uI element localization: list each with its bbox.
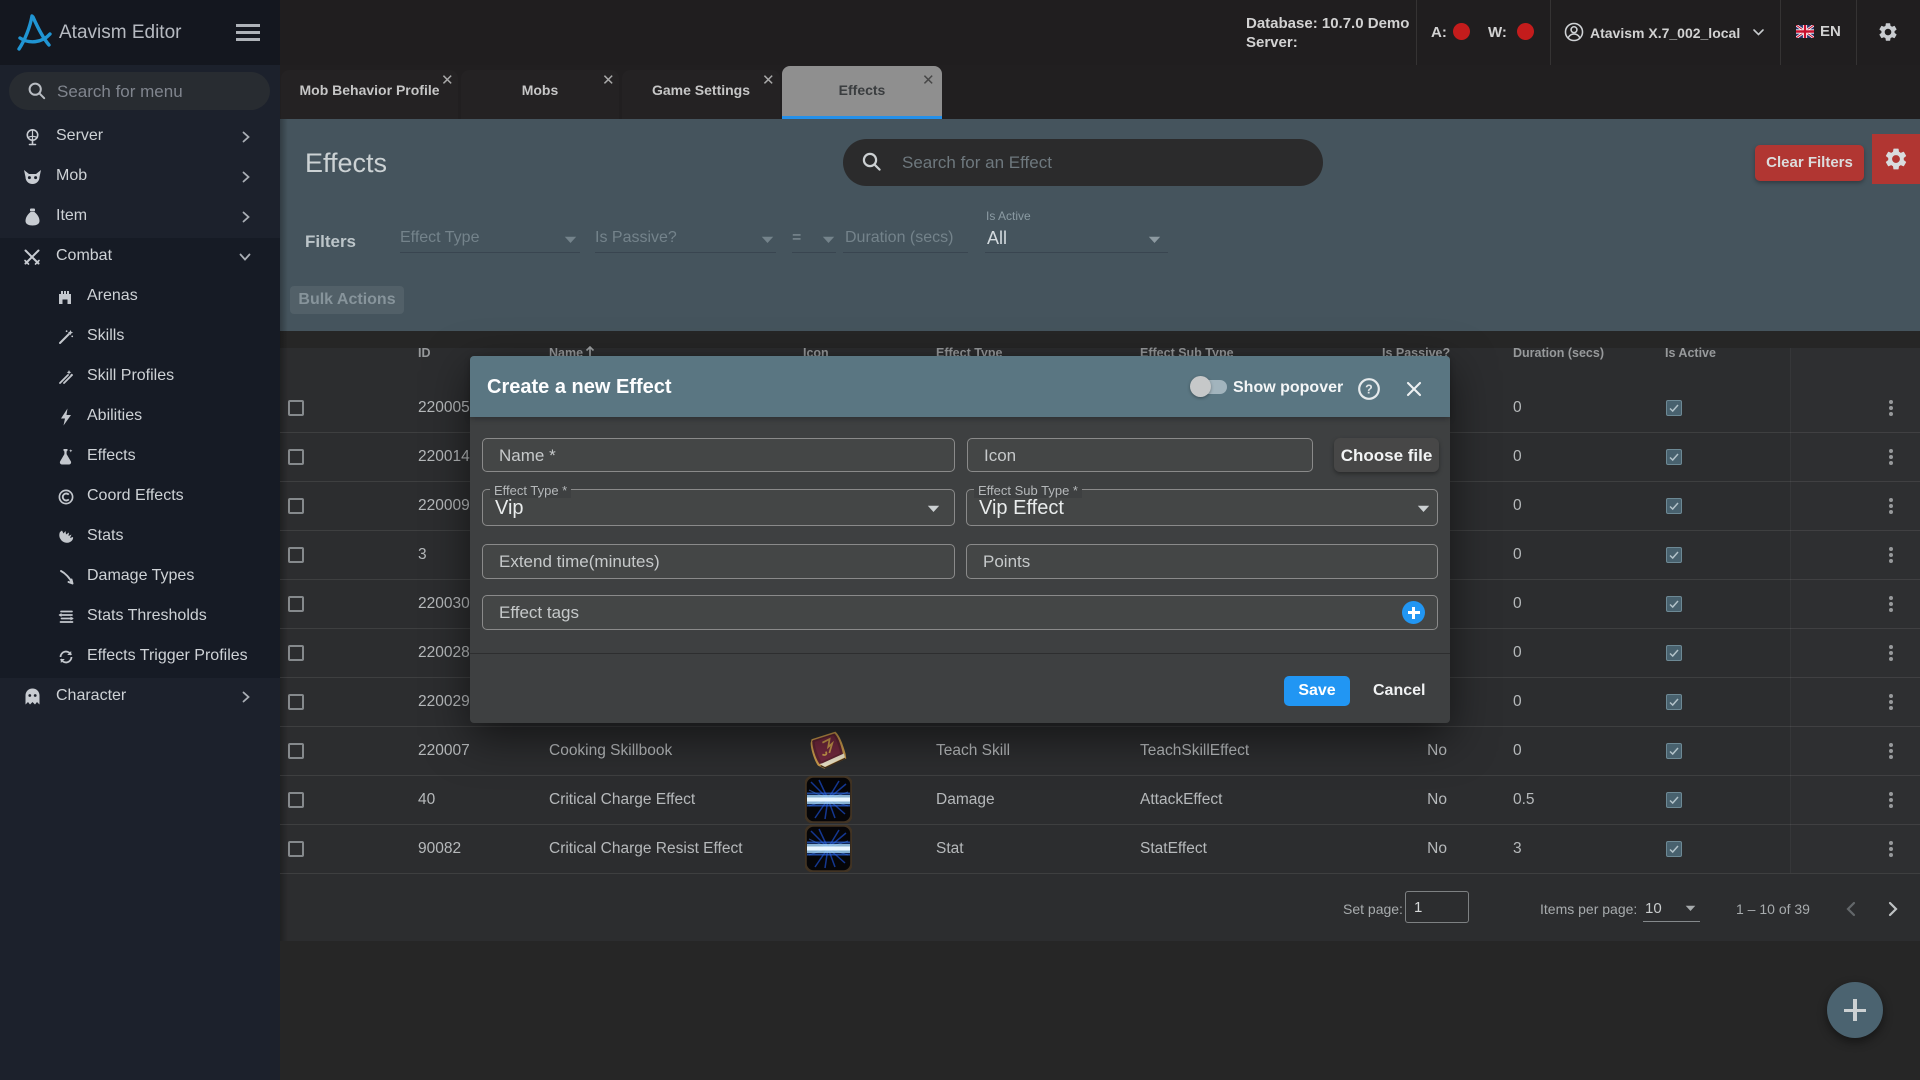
svg-text:?: ?	[1365, 382, 1373, 396]
